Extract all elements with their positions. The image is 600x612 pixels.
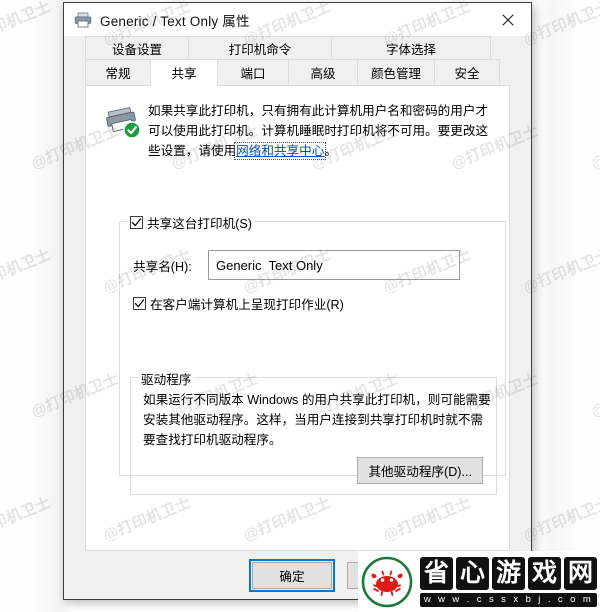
shared-printer-icon — [104, 103, 144, 139]
tab-ports[interactable]: 端口 — [217, 59, 289, 85]
tab-strip: 设备设置 打印机命令 字体选择 常规 共享 端口 高级 颜色管理 安全 — [64, 36, 531, 86]
share-name-label: 共享名(H): — [133, 259, 192, 274]
logo-char: 省 — [420, 556, 453, 590]
checkbox-checked-icon[interactable] — [130, 216, 143, 229]
drivers-groupbox-legend: 驱动程序 — [138, 369, 195, 388]
tab-label: 颜色管理 — [370, 67, 421, 81]
share-name-input[interactable] — [208, 250, 460, 280]
tab-security[interactable]: 安全 — [434, 59, 500, 85]
tab-label: 字体选择 — [385, 42, 436, 57]
render-jobs-checkbox[interactable]: 在客户端计算机上呈现打印作业(R) — [133, 294, 344, 313]
ok-button[interactable]: 确定 — [249, 559, 335, 592]
sharing-tab-page: 如果共享此打印机，只有拥有此计算机用户名和密码的用户才可以使用此打印机。计算机睡… — [85, 85, 510, 551]
checkbox-checked-icon[interactable] — [133, 297, 146, 310]
tab-color-management[interactable]: 颜色管理 — [357, 59, 435, 85]
drivers-legend-label: 驱动程序 — [141, 373, 192, 387]
share-printer-checkbox[interactable]: 共享这台打印机(S) — [127, 213, 255, 232]
share-printer-groupbox: 共享这台打印机(S) 共享名(H): 在客户端计算机上呈现打印作业(R) 驱动程… — [119, 213, 506, 495]
tab-label: 共享 — [171, 67, 197, 81]
tab-label: 打印机命令 — [228, 42, 292, 57]
tab-device-settings[interactable]: 设备设置 — [85, 36, 189, 59]
tab-label: 安全 — [454, 67, 480, 81]
tab-row-bottom: 常规 共享 端口 高级 颜色管理 安全 — [64, 59, 531, 86]
dialog-titlebar: Generic / Text Only 属性 — [64, 3, 531, 36]
crab-icon — [360, 555, 414, 609]
dialog-title: Generic / Text Only 属性 — [100, 13, 250, 29]
drivers-description-text: 如果运行不同版本 Windows 的用户共享此打印机，则可能需要安装其他驱动程序… — [143, 393, 491, 447]
tab-general[interactable]: 常规 — [85, 59, 151, 85]
tab-printer-commands[interactable]: 打印机命令 — [188, 36, 332, 59]
site-logo-wordmark: 省 心 游 戏 网 w w w . c s s x b j . c o m — [420, 556, 597, 607]
logo-char: 游 — [492, 556, 525, 590]
tab-row-top: 设备设置 打印机命令 字体选择 — [64, 36, 531, 59]
share-name-row: 共享名(H): — [133, 250, 493, 280]
additional-drivers-button[interactable]: 其他驱动程序(D)... — [357, 457, 483, 484]
site-logo-overlay: 省 心 游 戏 网 w w w . c s s x b j . c o m — [358, 551, 600, 612]
logo-char: 心 — [456, 556, 489, 590]
logo-char: 网 — [564, 556, 597, 590]
sharing-info-text: 如果共享此打印机，只有拥有此计算机用户名和密码的用户才可以使用此打印机。计算机睡… — [148, 101, 489, 161]
drivers-groupbox: 驱动程序 如果运行不同版本 Windows 的用户共享此打印机，则可能需要安装其… — [130, 369, 497, 495]
tab-label: 端口 — [240, 67, 266, 81]
info-text-after-link: 。 — [324, 144, 337, 158]
tab-advanced[interactable]: 高级 — [288, 59, 358, 85]
tab-label: 常规 — [105, 67, 131, 81]
close-icon[interactable] — [485, 3, 531, 36]
tab-label: 高级 — [310, 67, 336, 81]
tab-font-selection[interactable]: 字体选择 — [331, 36, 491, 59]
logo-char: 戏 — [528, 556, 561, 590]
network-and-sharing-center-link[interactable]: 网络和共享中心 — [234, 142, 327, 160]
site-logo-characters: 省 心 游 戏 网 — [420, 556, 597, 590]
tab-label: 设备设置 — [111, 42, 162, 57]
sharing-info-block: 如果共享此打印机，只有拥有此计算机用户名和密码的用户才可以使用此打印机。计算机睡… — [86, 86, 509, 161]
printer-icon — [74, 12, 92, 28]
tab-sharing[interactable]: 共享 — [150, 59, 218, 86]
site-logo-url: w w w . c s s x b j . c o m — [420, 592, 597, 607]
share-printer-label: 共享这台打印机(S) — [147, 217, 252, 231]
printer-properties-dialog: Generic / Text Only 属性 设备设置 打印机命令 字体选择 常… — [63, 2, 532, 600]
render-jobs-label: 在客户端计算机上呈现打印作业(R) — [150, 298, 344, 312]
